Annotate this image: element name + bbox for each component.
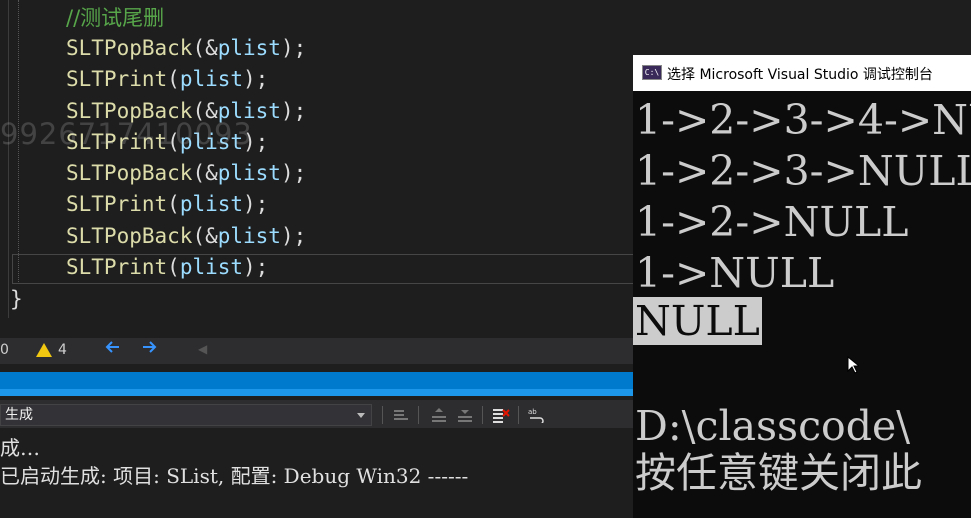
variable-name: plist	[179, 192, 244, 216]
console-output-line: 1->2->NULL	[635, 198, 909, 246]
code-line[interactable]: SLTPrint(plist);	[66, 252, 268, 283]
output-line: 成…	[0, 436, 40, 460]
console-output-line: 1->2->3->4->NULL	[635, 96, 971, 144]
code-line[interactable]: SLTPrint(plist);	[66, 64, 268, 95]
warning-count[interactable]: 4	[58, 342, 67, 358]
closing-brace: }	[10, 287, 23, 311]
console-output-line: 1->NULL	[635, 249, 835, 297]
variable-name: plist	[217, 161, 281, 185]
punct: (	[167, 255, 180, 279]
punct: );	[243, 192, 269, 216]
warning-icon[interactable]	[36, 343, 52, 357]
code-comment: //测试尾删	[66, 6, 165, 30]
function-name: SLTPrint	[66, 67, 168, 91]
punct: (	[167, 67, 180, 91]
variable-name: plist	[217, 36, 281, 60]
arrow-left-icon[interactable]	[105, 339, 121, 360]
variable-name: plist	[217, 224, 281, 248]
console-selected-text[interactable]: NULL	[633, 297, 762, 345]
clear-all-icon[interactable]	[492, 407, 510, 423]
console-output-line: 按任意键关闭此	[635, 449, 922, 497]
code-line[interactable]: SLTPopBack(&plist);	[66, 33, 306, 64]
svg-text:ab: ab	[528, 408, 537, 416]
editor-gutter	[8, 0, 9, 318]
function-name: SLTPopBack	[66, 224, 193, 248]
output-source-select[interactable]: 生成	[0, 404, 372, 426]
error-count[interactable]: 0	[0, 342, 9, 358]
variable-name: plist	[179, 255, 244, 279]
debug-console-window[interactable]: C:\ 选择 Microsoft Visual Studio 调试控制台 1->…	[633, 55, 971, 518]
scroll-left-icon[interactable]: ◀	[198, 342, 207, 356]
word-wrap-icon[interactable]: ab	[528, 407, 546, 425]
code-line[interactable]: SLTPopBack(&plist);	[66, 221, 306, 252]
punct: );	[243, 67, 269, 91]
punct: );	[243, 255, 269, 279]
code-line[interactable]: SLTPrint(plist);	[66, 189, 268, 220]
chevron-down-icon	[357, 413, 365, 418]
variable-name: plist	[179, 67, 244, 91]
output-source-value: 生成	[5, 407, 33, 423]
code-line[interactable]: SLTPopBack(&plist);	[66, 158, 306, 189]
output-toolbar: 生成 ab	[0, 400, 640, 428]
punct: );	[280, 36, 307, 60]
toolbar-divider	[518, 406, 519, 424]
toolbar-divider	[382, 406, 383, 424]
function-name: SLTPrint	[66, 255, 168, 279]
punct: (&	[192, 161, 218, 185]
next-message-icon[interactable]	[456, 407, 474, 423]
function-name: SLTPopBack	[66, 36, 193, 60]
console-title: 选择 Microsoft Visual Studio 调试控制台	[667, 67, 933, 83]
arrow-right-icon[interactable]	[141, 339, 157, 360]
punct: );	[280, 224, 307, 248]
punct: );	[280, 161, 307, 185]
mouse-pointer-icon	[847, 355, 861, 378]
function-name: SLTPopBack	[66, 161, 193, 185]
punct: (&	[192, 224, 218, 248]
console-title-bar[interactable]: C:\ 选择 Microsoft Visual Studio 调试控制台	[633, 55, 971, 91]
find-message-icon[interactable]	[392, 407, 410, 423]
punct: );	[280, 99, 307, 123]
punct: (&	[192, 36, 218, 60]
previous-message-icon[interactable]	[430, 407, 448, 423]
toolbar-divider	[482, 406, 483, 424]
punct: (	[167, 192, 180, 216]
console-app-icon: C:\	[642, 65, 662, 80]
toolbar-divider	[418, 406, 419, 424]
console-output-line: D:\classcode\	[635, 402, 911, 450]
console-output-line: 1->2->3->NULL	[635, 147, 971, 195]
watermark: 9926717410093	[0, 117, 253, 151]
function-name: SLTPrint	[66, 192, 168, 216]
output-line: 已启动生成: 项目: SList, 配置: Debug Win32 ------	[0, 464, 469, 488]
